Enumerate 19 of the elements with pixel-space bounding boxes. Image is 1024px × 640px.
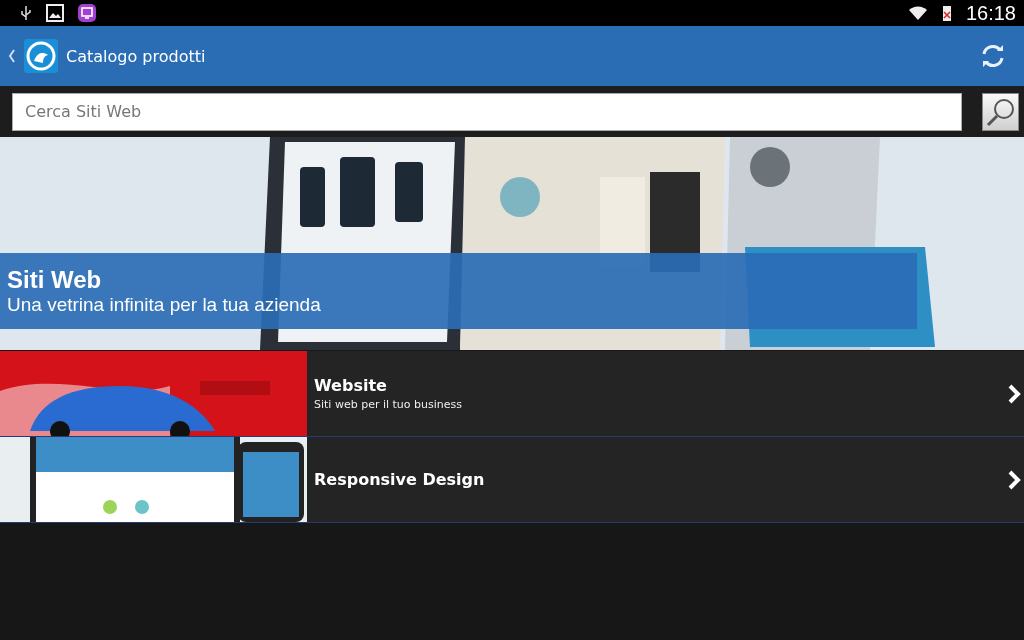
chevron-right-icon [1007, 469, 1021, 490]
item-subtitle: Siti web per il tuo business [314, 398, 463, 411]
status-time: 16:18 [965, 1, 1016, 25]
chevron-right-icon [1007, 383, 1021, 404]
wifi-icon [907, 4, 928, 22]
search-field[interactable]: Cerca Siti Web [12, 92, 962, 131]
usb-icon [20, 5, 32, 21]
item-title: Responsive Design [314, 470, 486, 489]
image-icon [46, 4, 64, 22]
app-title: Catalogo prodotti [66, 46, 206, 66]
app-icon [78, 4, 96, 22]
list-item[interactable]: Responsive Design [0, 437, 1024, 523]
battery-icon [941, 4, 952, 22]
list-item[interactable]: Website Siti web per il tuo business [0, 351, 1024, 437]
item-title: Website [314, 376, 388, 395]
search-icon [985, 96, 1016, 127]
back-icon[interactable] [8, 49, 16, 63]
app-logo-icon[interactable] [24, 39, 58, 73]
search-button[interactable] [982, 92, 1019, 131]
